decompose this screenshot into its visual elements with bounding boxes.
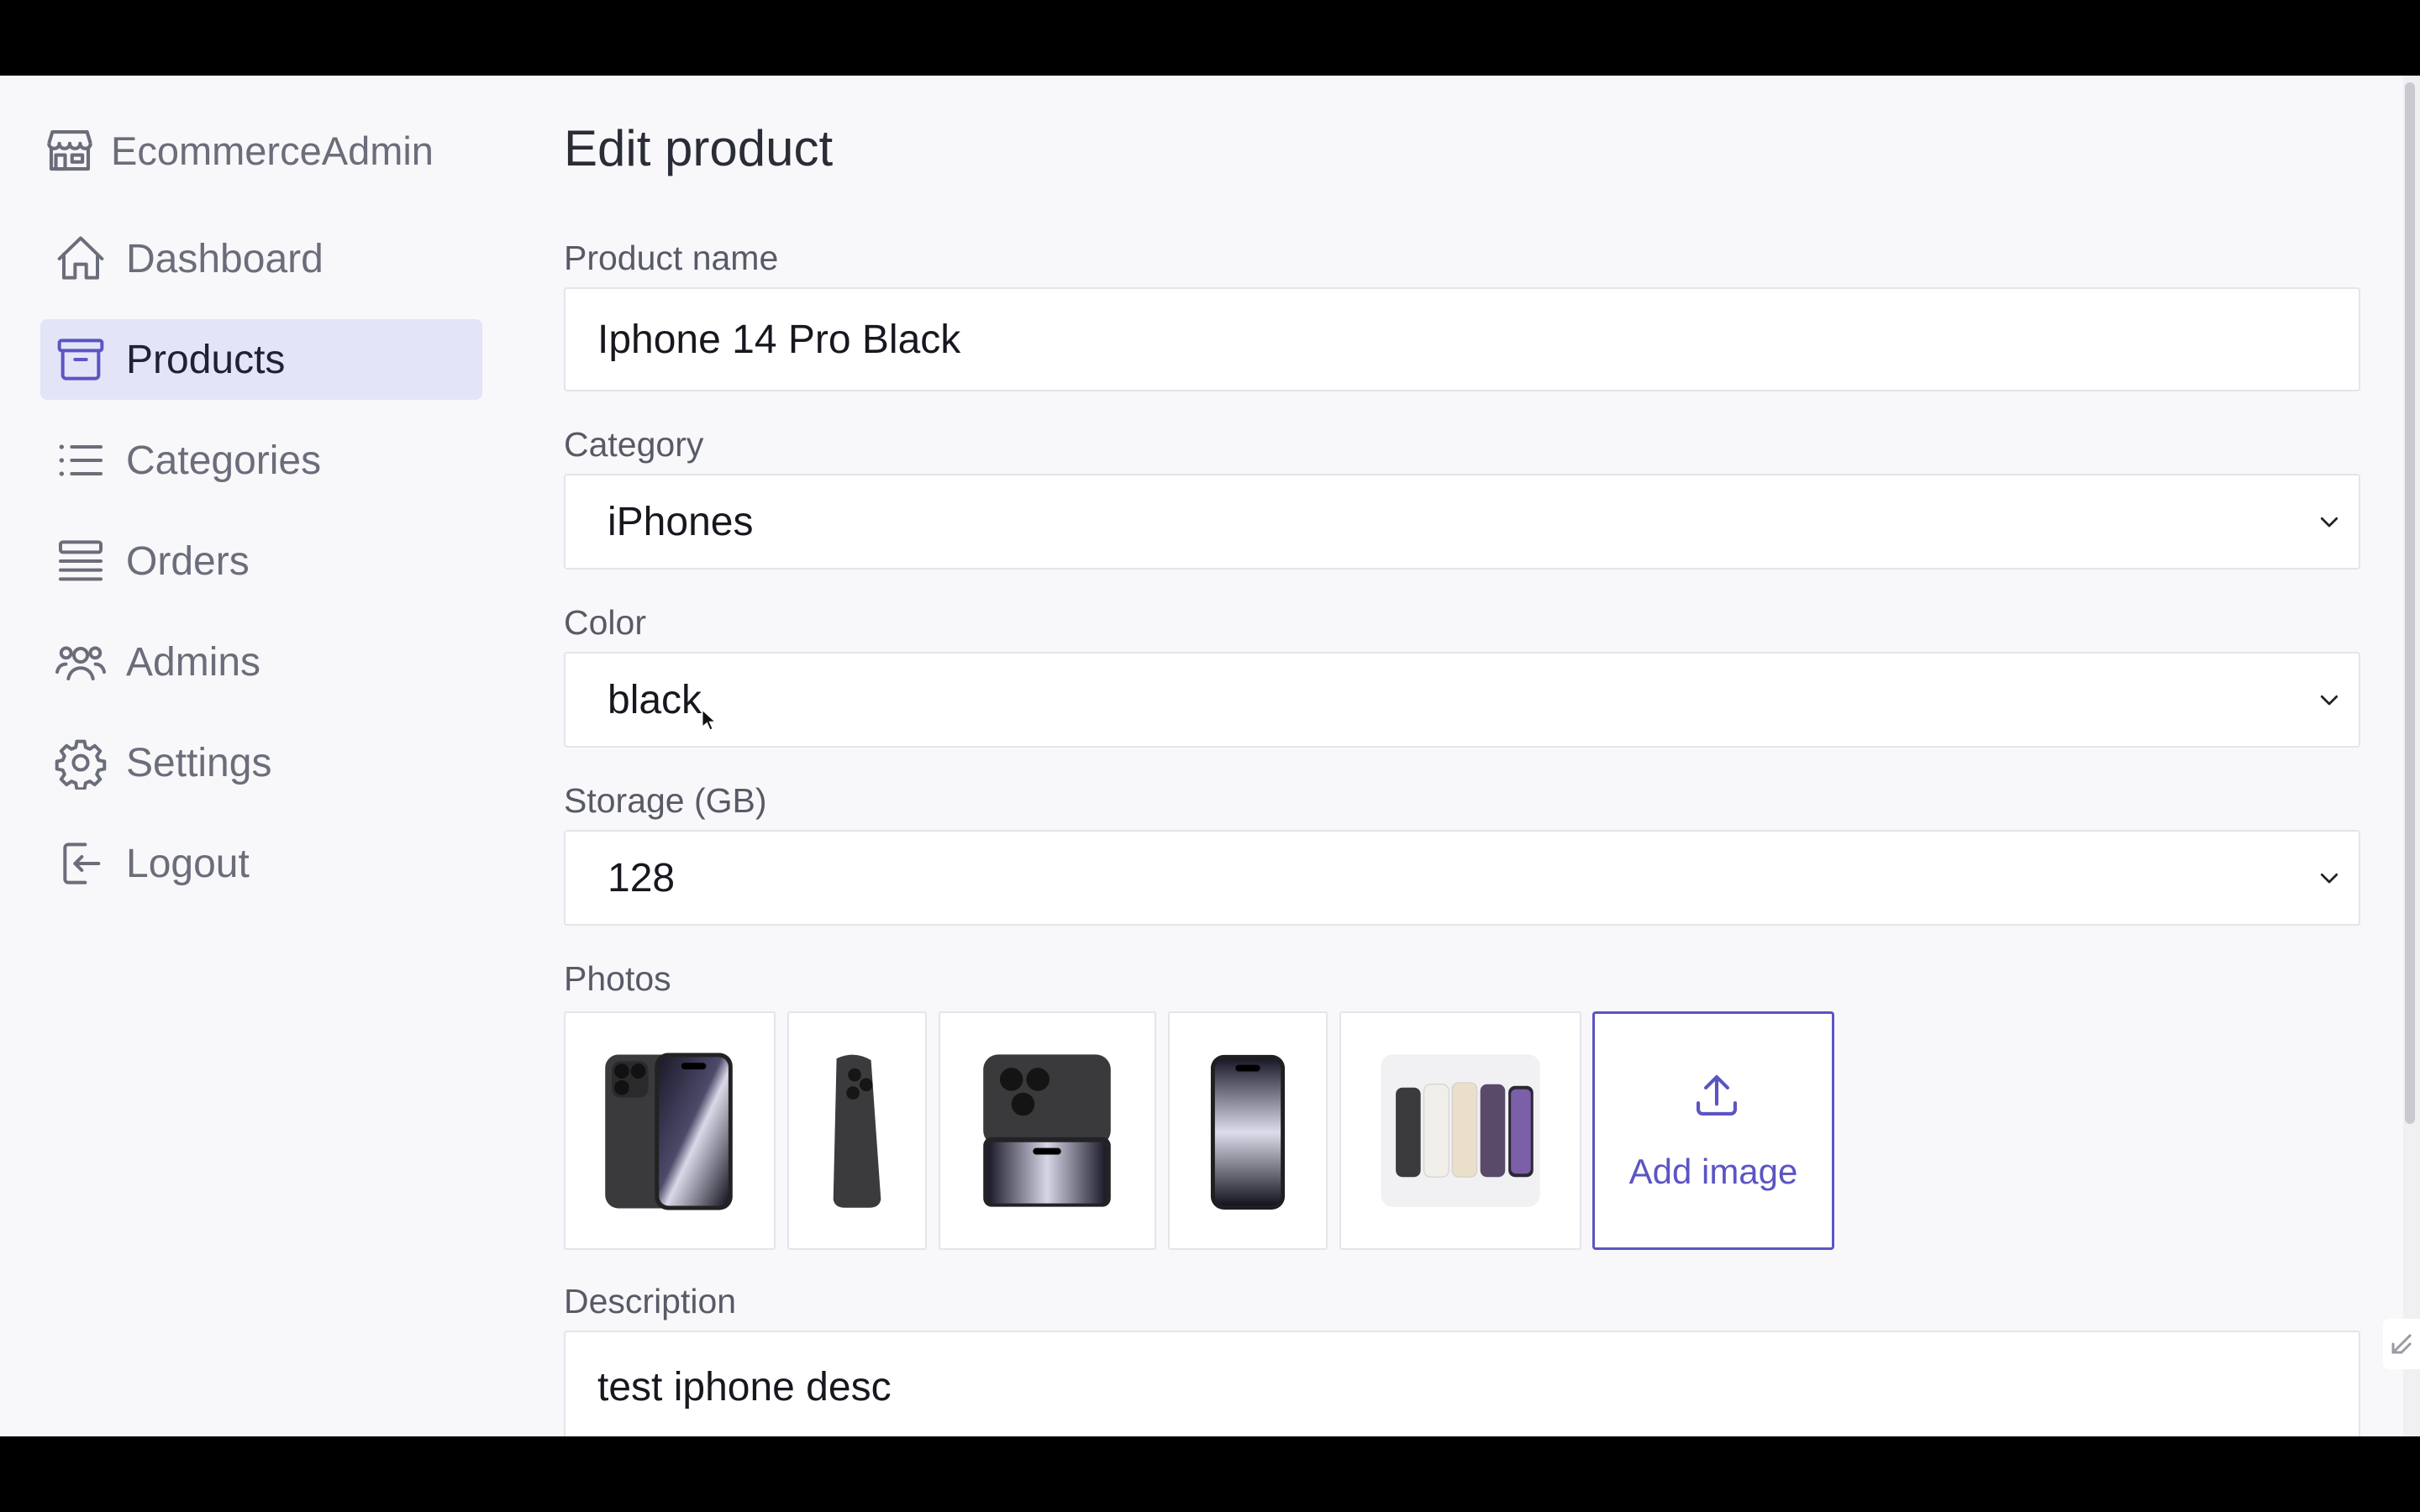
category-select-value: iPhones (608, 499, 754, 544)
app-logo[interactable]: EcommerceAdmin (42, 121, 434, 180)
storage-select-value: 128 (608, 855, 676, 900)
resize-grip-icon[interactable] (2383, 1319, 2420, 1369)
storage-label: Storage (GB) (564, 781, 767, 820)
screen-top-bar (0, 0, 2420, 76)
category-label: Category (564, 425, 704, 464)
sidebar-item-label: Categories (126, 438, 322, 483)
sidebar-item-label: Dashboard (126, 236, 324, 281)
sidebar-item-label: Settings (126, 740, 272, 785)
sidebar-item-products[interactable]: Products (40, 319, 482, 400)
home-icon (57, 236, 104, 280)
product-photo-5[interactable] (1339, 1011, 1581, 1250)
chevron-down-icon (2320, 517, 2338, 528)
iphone-colors-photo (1381, 1054, 1540, 1207)
sidebar-item-label: Products (126, 337, 286, 382)
iphone-front-back-photo (605, 1053, 733, 1210)
archive-box-icon (57, 339, 104, 381)
product-name-label: Product name (564, 239, 779, 277)
color-select[interactable]: black (564, 652, 2360, 748)
gear-icon (55, 739, 107, 790)
screen-bottom-bar (0, 1436, 2420, 1512)
list-icon (59, 444, 103, 476)
sidebar-item-label: Orders (126, 538, 250, 584)
photos-label: Photos (564, 959, 671, 998)
product-name-field[interactable] (564, 287, 2360, 391)
chevron-down-icon (2320, 873, 2338, 884)
product-photo-1[interactable] (564, 1011, 776, 1250)
sidebar-item-categories[interactable]: Categories (40, 420, 482, 501)
mouse-cursor-icon (702, 710, 718, 732)
storage-select[interactable]: 128 (564, 830, 2360, 926)
product-photo-3[interactable] (939, 1011, 1156, 1250)
upload-icon (1696, 1074, 1738, 1116)
iphone-box-photo (983, 1054, 1111, 1207)
product-name-input[interactable] (597, 316, 2359, 363)
sidebar-item-logout[interactable]: Logout (40, 823, 482, 904)
add-image-label: Add image (1628, 1152, 1798, 1191)
page-title: Edit product (564, 120, 834, 176)
storefront-icon (47, 129, 92, 171)
color-label: Color (564, 603, 646, 642)
description-field[interactable]: test iphone desc (564, 1331, 2360, 1436)
description-textarea[interactable]: test iphone desc (597, 1364, 2359, 1410)
sidebar-item-settings[interactable]: Settings (40, 722, 482, 803)
iphone-front-photo (1210, 1054, 1286, 1210)
description-label: Description (564, 1282, 737, 1320)
sidebar-item-admins[interactable]: Admins (40, 622, 482, 702)
category-select[interactable]: iPhones (564, 474, 2360, 570)
sidebar-item-dashboard[interactable]: Dashboard (40, 218, 482, 299)
iphone-side-photo (833, 1054, 881, 1208)
queue-list-icon (59, 540, 103, 581)
users-icon (55, 646, 106, 680)
product-photo-2[interactable] (787, 1011, 927, 1250)
app-window: EcommerceAdmin Dashboard Products Catego… (0, 76, 2420, 1436)
chevron-down-icon (2320, 695, 2338, 706)
color-select-value: black (608, 677, 702, 722)
sidebar-item-label: Logout (126, 841, 250, 886)
scrollbar-thumb[interactable] (2405, 82, 2415, 1124)
logout-icon (63, 843, 101, 885)
sidebar-item-orders[interactable]: Orders (40, 521, 482, 601)
add-image-button[interactable]: Add image (1592, 1011, 1834, 1250)
app-logo-label: EcommerceAdmin (111, 128, 434, 173)
product-photo-4[interactable] (1168, 1011, 1328, 1250)
sidebar-item-label: Admins (126, 639, 261, 685)
